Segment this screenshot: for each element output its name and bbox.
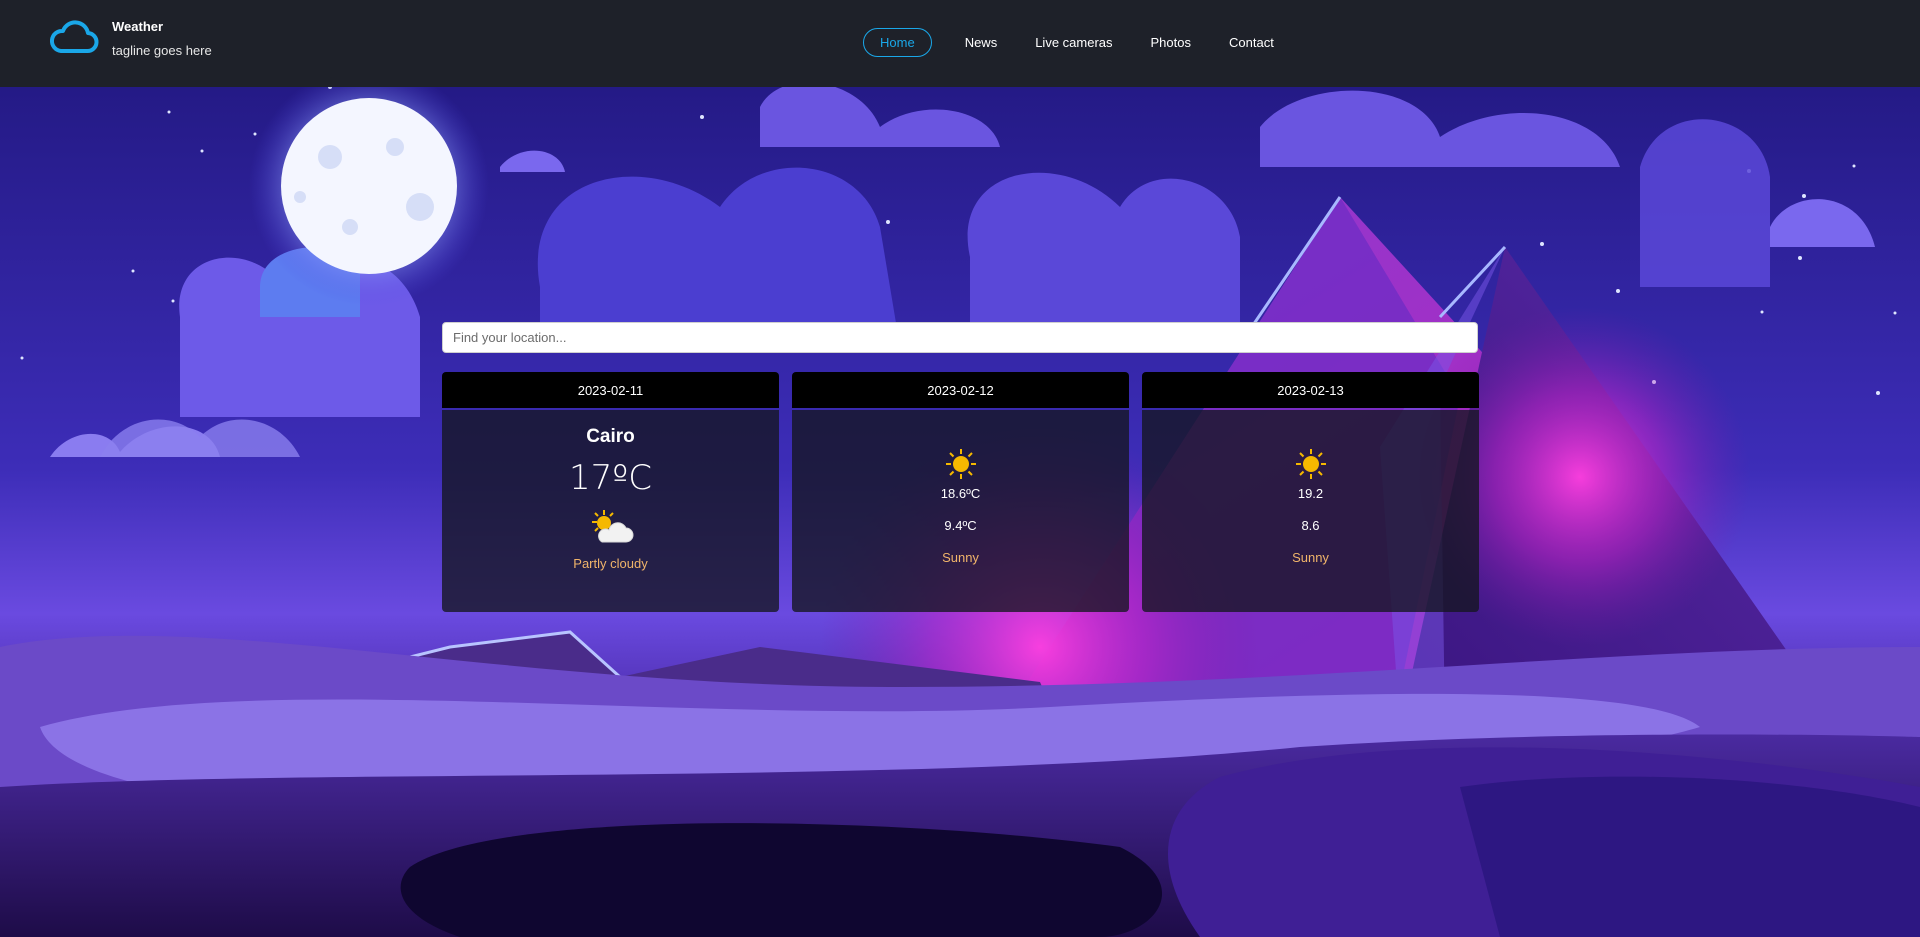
partly-cloudy-icon	[591, 510, 633, 543]
forecast-card-today: 2023-02-11 Cairo 17ºC Partly cloudy	[442, 372, 779, 612]
brand[interactable]: Weather tagline goes here	[47, 18, 212, 58]
card-body: 19.2 8.6 Sunny	[1142, 410, 1479, 612]
current-temperature: 17ºC	[568, 458, 653, 498]
card-date: 2023-02-12	[792, 372, 1129, 408]
card-date: 2023-02-11	[442, 372, 779, 408]
top-navbar: Weather tagline goes here Home News Live…	[0, 0, 1920, 87]
forecast-cards: 2023-02-11 Cairo 17ºC Partly cloudy 2023…	[442, 372, 1479, 612]
nav-home[interactable]: Home	[863, 28, 932, 57]
brand-name: Weather	[112, 18, 164, 34]
card-body: Cairo 17ºC Partly cloudy	[442, 410, 779, 612]
card-date: 2023-02-13	[1142, 372, 1479, 408]
city-name: Cairo	[586, 426, 635, 447]
nav-photos[interactable]: Photos	[1151, 29, 1191, 56]
max-temperature: 19.2	[1297, 486, 1324, 501]
nav-live-cameras[interactable]: Live cameras	[1035, 29, 1112, 56]
brand-tagline: tagline goes here	[112, 42, 212, 58]
forecast-card-day2: 2023-02-12 18.6ºC 9.4ºC Sunny	[792, 372, 1129, 612]
cloud-icon	[50, 20, 99, 53]
forecast-card-day3: 2023-02-13 19.2 8.6 Sunny	[1142, 372, 1479, 612]
min-temperature: 8.6	[1301, 518, 1320, 533]
moon	[281, 98, 457, 274]
location-search-input[interactable]	[442, 322, 1478, 353]
min-temperature: 9.4ºC	[944, 518, 977, 533]
sun-icon	[1295, 449, 1326, 479]
card-body: 18.6ºC 9.4ºC Sunny	[792, 410, 1129, 612]
main-nav: Home News Live cameras Photos Contact	[863, 28, 1312, 57]
max-temperature: 18.6ºC	[940, 486, 981, 501]
condition-text: Sunny	[942, 550, 979, 565]
sun-icon	[945, 449, 976, 479]
condition-text: Sunny	[1292, 550, 1329, 565]
condition-text: Partly cloudy	[573, 556, 648, 571]
nav-news[interactable]: News	[965, 29, 998, 56]
nav-contact[interactable]: Contact	[1229, 29, 1274, 56]
